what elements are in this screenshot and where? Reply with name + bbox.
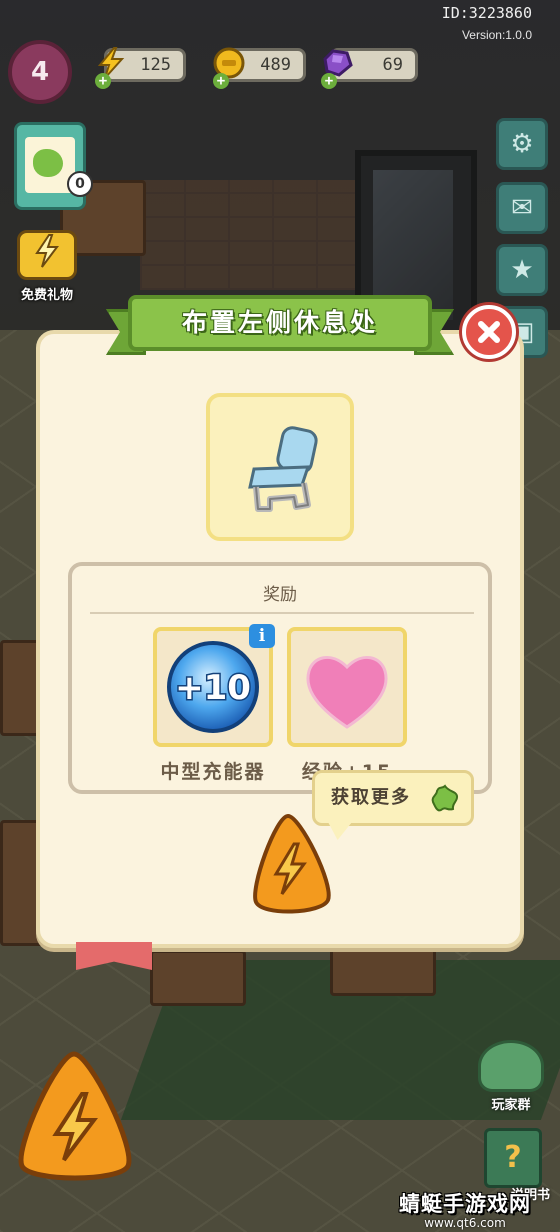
free-gift-label: 免费礼物	[20, 288, 73, 303]
go-action-button[interactable]	[248, 812, 334, 920]
charger-amount: +10	[175, 668, 251, 708]
penguin-group-icon	[478, 1040, 544, 1092]
energy-value: 125	[140, 55, 171, 75]
big-energy-button[interactable]	[10, 1048, 140, 1188]
player-group-label: 玩家群	[491, 1098, 531, 1113]
player-level-badge[interactable]: 4	[8, 40, 72, 104]
star-blob-icon	[33, 149, 63, 177]
chair-icon	[248, 426, 318, 512]
player-level: 4	[30, 57, 50, 87]
get-more-label: 获取更多	[331, 787, 411, 808]
free-gift-button[interactable]: 免费礼物	[8, 230, 86, 303]
reward-divider	[90, 612, 474, 614]
player-group-button[interactable]: 玩家群	[476, 1040, 546, 1113]
get-more-bubble[interactable]: 获取更多	[312, 770, 474, 826]
envelope-icon: ✉	[511, 193, 533, 223]
quest-count-badge: 0	[67, 171, 93, 197]
site-watermark: 蜻蜓手游戏网 www.qt6.com	[380, 1188, 550, 1230]
watermark-url: www.qt6.com	[424, 1216, 506, 1230]
manual-button[interactable]: ?	[484, 1128, 542, 1188]
energy-plus-icon[interactable]: +	[95, 73, 111, 89]
dialog-title: 布置左侧休息处	[181, 308, 378, 337]
gem-counter[interactable]: + 69	[321, 48, 418, 89]
close-icon	[478, 321, 500, 343]
info-button[interactable]: i	[249, 624, 275, 648]
coin-counter[interactable]: + 489	[213, 47, 306, 89]
trophy-icon: ★	[510, 255, 534, 285]
reward-label-charger: 中型充能器	[160, 761, 266, 783]
reward-heading: 奖励	[263, 585, 297, 605]
question-book-icon: ?	[504, 1140, 522, 1175]
version-label: Version:1.0.0	[461, 28, 532, 42]
settings-button[interactable]: ⚙	[496, 118, 548, 170]
gift-box-icon	[17, 230, 77, 280]
mail-button[interactable]: ✉	[496, 182, 548, 234]
reward-card-exp[interactable]	[287, 627, 407, 747]
coin-value: 489	[260, 55, 291, 75]
energy-counter[interactable]: + 125	[95, 47, 186, 89]
energy-bolt-icon: +	[91, 43, 131, 89]
heart-icon	[306, 656, 388, 729]
coin-icon: +	[209, 43, 249, 89]
task-item-tile	[206, 393, 354, 541]
quest-clipboard-button[interactable]: 0	[14, 122, 93, 210]
player-id: ID:3223860	[441, 4, 532, 22]
lightning-bolt-icon	[253, 813, 331, 914]
gem-plus-icon[interactable]: +	[321, 73, 337, 89]
gem-icon: +	[317, 43, 357, 89]
close-button[interactable]	[462, 305, 516, 359]
gear-icon: ⚙	[510, 129, 534, 159]
watermark-title: 蜻蜓手游戏网	[399, 1192, 531, 1216]
coin-plus-icon[interactable]: +	[213, 73, 229, 89]
achievement-button[interactable]: ★	[496, 244, 548, 296]
star-blob-icon	[431, 784, 459, 812]
gem-value: 69	[382, 55, 403, 75]
dialog-title-banner: 布置左侧休息处	[106, 295, 454, 355]
